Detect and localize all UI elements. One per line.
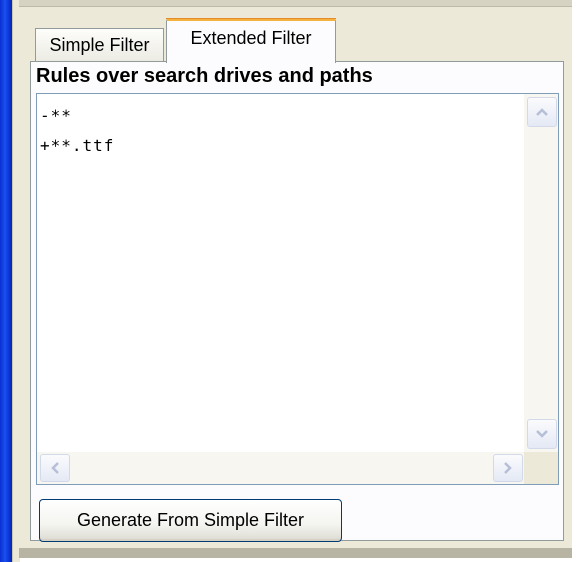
tab-simple-filter[interactable]: Simple Filter — [35, 28, 164, 61]
panel-bottom-edge — [19, 548, 574, 558]
scroll-down-button[interactable] — [527, 419, 557, 449]
vertical-scrollbar[interactable] — [524, 94, 558, 452]
scroll-right-button[interactable] — [493, 454, 523, 482]
panel-top-edge — [19, 0, 574, 7]
chevron-down-icon — [536, 430, 548, 438]
tab-extended-filter[interactable]: Extended Filter — [166, 18, 336, 63]
generate-from-simple-filter-button[interactable]: Generate From Simple Filter — [39, 499, 342, 542]
window-left-border — [0, 0, 12, 562]
filter-window: Simple Filter Extended Filter Rules over… — [0, 0, 587, 562]
chevron-left-icon — [51, 462, 59, 474]
horizontal-scrollbar[interactable] — [37, 452, 524, 484]
scrollbar-corner — [524, 452, 558, 484]
scroll-left-button[interactable] — [40, 454, 70, 482]
scroll-up-button[interactable] — [527, 97, 557, 127]
chevron-right-icon — [504, 462, 512, 474]
rules-heading: Rules over search drives and paths — [36, 65, 373, 87]
window-right-margin — [572, 0, 587, 562]
chevron-up-icon — [536, 108, 548, 116]
rules-textarea[interactable] — [36, 93, 559, 485]
rules-text[interactable]: -** +**.ttf — [40, 101, 114, 161]
